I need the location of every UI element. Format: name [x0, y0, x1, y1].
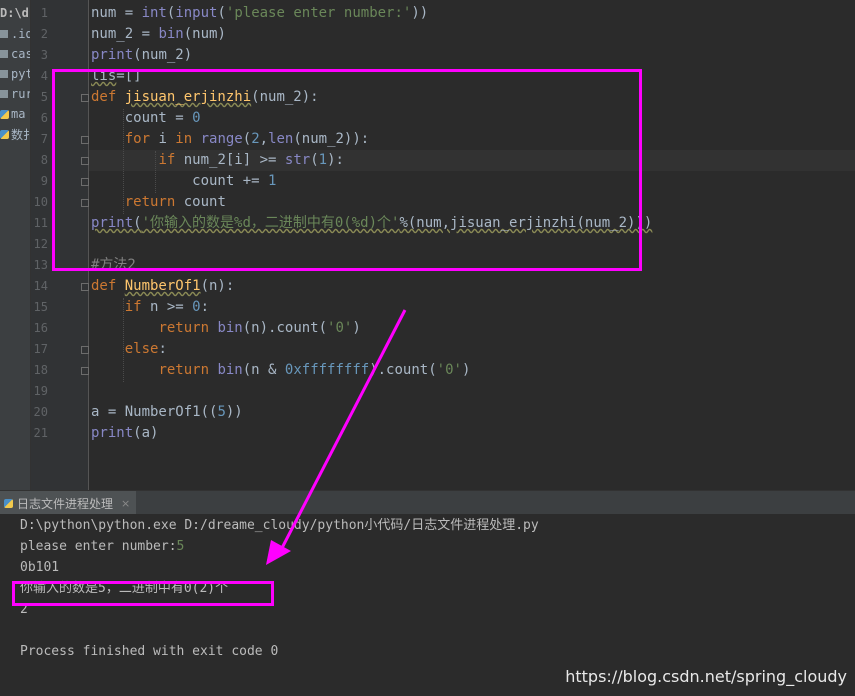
watermark: https://blog.csdn.net/spring_cloudy	[565, 667, 847, 686]
arrow-shaft	[280, 309, 407, 549]
annotation-arrow	[266, 309, 407, 565]
arrow-head	[266, 540, 291, 565]
